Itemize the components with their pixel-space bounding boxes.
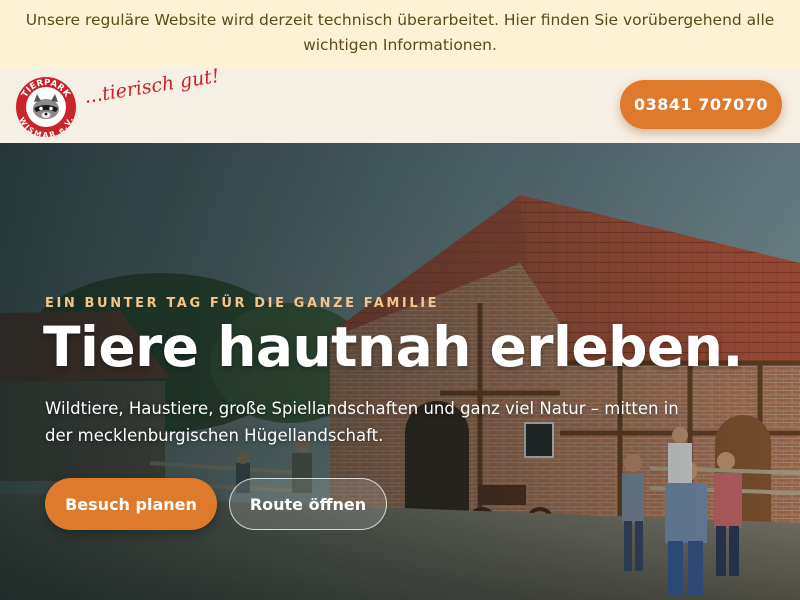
phone-button[interactable]: 03841 707070 (620, 80, 782, 129)
logo-badge: TIERPARK WISMAR e.V. (16, 77, 76, 140)
plan-visit-button[interactable]: Besuch planen (45, 478, 217, 530)
hero-section: EIN BUNTER TAG FÜR DIE GANZE FAMILIE Tie… (0, 143, 800, 600)
hero-eyebrow: EIN BUNTER TAG FÜR DIE GANZE FAMILIE (45, 296, 440, 311)
open-route-button[interactable]: Route öffnen (229, 478, 387, 530)
hero-lead-text: Wildtiere, Haustiere, große Spiellandsch… (45, 399, 679, 445)
notice-line-1: Unsere reguläre Website wird derzeit tec… (25, 11, 775, 29)
hero-headline: Tiere hautnah erleben. (43, 315, 743, 379)
maintenance-notice: Unsere reguläre Website wird derzeit tec… (0, 0, 800, 68)
tagline: ...tierisch gut! (82, 64, 221, 108)
site-header: TIERPARK WISMAR e.V. ...tierisch gut! 03… (0, 64, 800, 143)
notice-line-2: wichtigen Informationen. (303, 36, 497, 54)
tierpark-logo[interactable]: TIERPARK WISMAR e.V. (15, 76, 77, 140)
